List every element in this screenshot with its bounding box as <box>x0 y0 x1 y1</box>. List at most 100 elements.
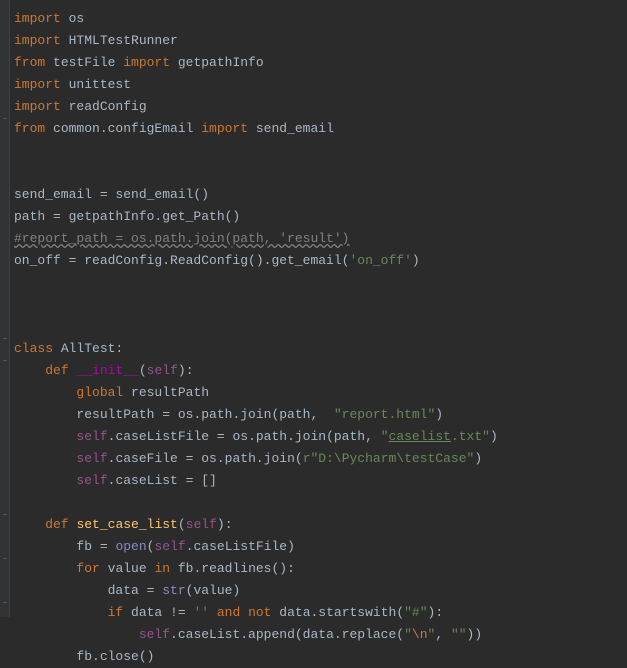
code-token: '' <box>193 605 209 620</box>
code-line[interactable] <box>14 162 498 184</box>
code-token: global <box>76 385 131 400</box>
code-token <box>14 627 139 642</box>
code-token: self <box>76 451 107 466</box>
code-token: from <box>14 55 53 70</box>
code-token: )) <box>467 627 483 642</box>
code-token: send_email <box>256 121 334 136</box>
code-line[interactable]: fb = open(self.caseListFile) <box>14 536 498 558</box>
code-token: set_case_list <box>76 517 177 532</box>
code-line[interactable]: import HTMLTestRunner <box>14 30 498 52</box>
code-token: __init__ <box>76 363 138 378</box>
code-token <box>14 451 76 466</box>
code-line[interactable]: from testFile import getpathInfo <box>14 52 498 74</box>
code-token: ) <box>490 429 498 444</box>
code-token: from <box>14 121 53 136</box>
code-line[interactable]: def set_case_list(self): <box>14 514 498 536</box>
code-line[interactable] <box>14 140 498 162</box>
code-line[interactable]: resultPath = os.path.join(path, "report.… <box>14 404 498 426</box>
code-token: .caseFile = os.path.join( <box>108 451 303 466</box>
code-line[interactable] <box>14 316 498 338</box>
code-token: " <box>404 627 412 642</box>
code-line[interactable] <box>14 492 498 514</box>
code-token: "" <box>451 627 467 642</box>
code-token: import <box>123 55 178 70</box>
code-token: .caseListFile) <box>186 539 295 554</box>
code-token: .caseList = [] <box>108 473 217 488</box>
code-token: import <box>14 99 69 114</box>
code-token: ): <box>428 605 444 620</box>
code-line[interactable]: fb.close() <box>14 646 498 668</box>
code-token <box>14 473 76 488</box>
code-token: self <box>76 429 107 444</box>
code-token <box>14 561 76 576</box>
code-token: import <box>14 33 69 48</box>
code-line[interactable]: send_email = send_email() <box>14 184 498 206</box>
code-token: , <box>310 407 333 422</box>
code-token: r"D:\Pycharm\testCase" <box>303 451 475 466</box>
code-token: self <box>154 539 185 554</box>
code-line[interactable]: path = getpathInfo.get_Path() <box>14 206 498 228</box>
code-line[interactable]: import os <box>14 8 498 30</box>
code-token: open <box>115 539 146 554</box>
code-token: fb.close() <box>76 649 154 664</box>
code-line[interactable]: def __init__(self): <box>14 360 498 382</box>
gutter <box>0 0 10 617</box>
code-token: fb = <box>76 539 115 554</box>
code-token: in <box>154 561 177 576</box>
code-token: ) <box>474 451 482 466</box>
code-line[interactable]: on_off = readConfig.ReadConfig().get_ema… <box>14 250 498 272</box>
code-token: value <box>108 561 155 576</box>
code-token: #report_path = os.path.join(path, 'resul… <box>14 231 349 246</box>
code-token: self <box>76 473 107 488</box>
code-line[interactable]: self.caseFile = os.path.join(r"D:\Pychar… <box>14 448 498 470</box>
code-line[interactable] <box>14 294 498 316</box>
code-line[interactable]: self.caseList = [] <box>14 470 498 492</box>
code-token: resultPath = os.path.join(path <box>76 407 310 422</box>
code-token: resultPath <box>131 385 209 400</box>
code-token: def <box>45 363 76 378</box>
code-token: common.configEmail <box>53 121 201 136</box>
code-token: readConfig <box>69 99 147 114</box>
code-line[interactable]: #report_path = os.path.join(path, 'resul… <box>14 228 498 250</box>
code-editor[interactable]: import osimport HTMLTestRunnerfrom testF… <box>10 0 498 617</box>
code-token: " <box>428 627 436 642</box>
code-token: ( <box>178 517 186 532</box>
code-token <box>14 429 76 444</box>
code-token: self <box>147 363 178 378</box>
code-token: import <box>14 77 69 92</box>
code-line[interactable]: class AllTest: <box>14 338 498 360</box>
code-line[interactable]: global resultPath <box>14 382 498 404</box>
code-line[interactable]: for value in fb.readlines(): <box>14 558 498 580</box>
code-token: self <box>139 627 170 642</box>
code-line[interactable]: self.caseListFile = os.path.join(path, "… <box>14 426 498 448</box>
code-token <box>14 649 76 664</box>
code-token: class <box>14 341 61 356</box>
code-token <box>209 605 217 620</box>
code-token: path = getpathInfo.get_Path() <box>14 209 240 224</box>
code-line[interactable]: data = str(value) <box>14 580 498 602</box>
code-token: on_off = readConfig.ReadConfig().get_ema… <box>14 253 349 268</box>
code-line[interactable]: from common.configEmail import send_emai… <box>14 118 498 140</box>
code-token: getpathInfo <box>178 55 264 70</box>
code-line[interactable]: self.caseList.append(data.replace("\n", … <box>14 624 498 646</box>
code-token: .caseList.append(data.replace( <box>170 627 404 642</box>
code-token: data = <box>108 583 163 598</box>
code-token: , <box>435 627 451 642</box>
code-token <box>14 363 45 378</box>
code-token: for <box>76 561 107 576</box>
code-line[interactable] <box>14 272 498 294</box>
code-line[interactable]: import readConfig <box>14 96 498 118</box>
code-token: .caseListFile = os.path.join(path <box>108 429 365 444</box>
code-line[interactable]: import unittest <box>14 74 498 96</box>
code-token <box>14 539 76 554</box>
code-token <box>14 583 108 598</box>
code-token: self <box>186 517 217 532</box>
code-token: 'on_off' <box>349 253 411 268</box>
code-token: , <box>365 429 381 444</box>
code-token <box>14 517 45 532</box>
code-line[interactable]: if data != '' and not data.startswith("#… <box>14 602 498 624</box>
code-token: HTMLTestRunner <box>69 33 178 48</box>
code-token: ) <box>412 253 420 268</box>
code-token: def <box>45 517 76 532</box>
code-token: ) <box>435 407 443 422</box>
